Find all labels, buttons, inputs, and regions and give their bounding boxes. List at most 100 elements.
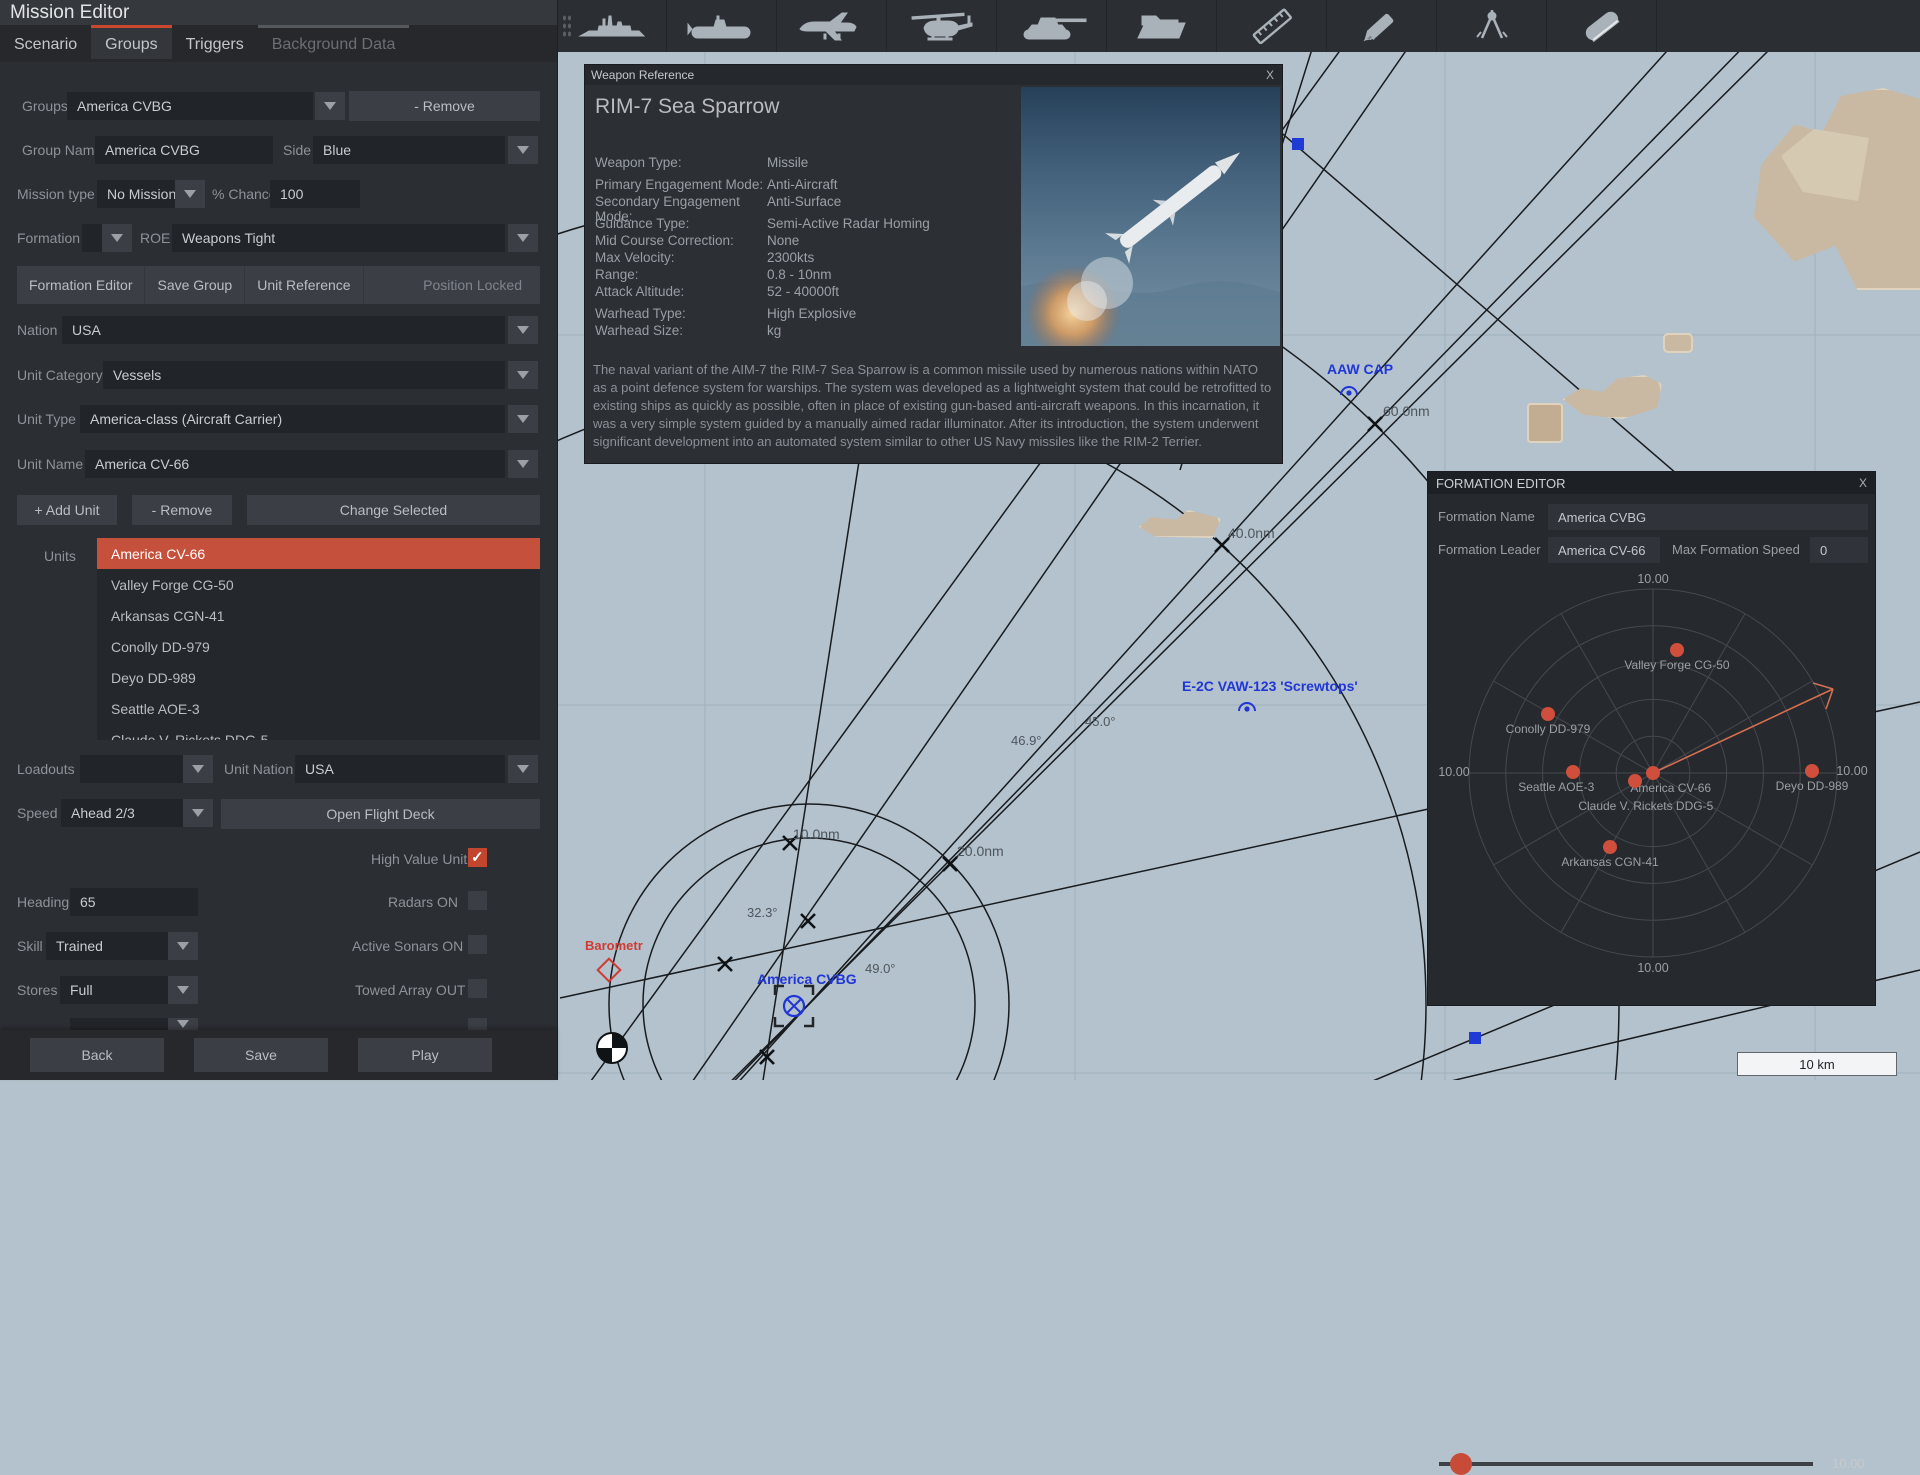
- mission-type-select[interactable]: No Mission: [97, 180, 175, 208]
- surface-ship-icon[interactable]: [557, 0, 667, 52]
- tank-icon[interactable]: [997, 0, 1107, 52]
- tab-background-data[interactable]: Background Data: [257, 25, 410, 59]
- save-group-button[interactable]: Save Group: [145, 266, 246, 304]
- chevron-down-icon[interactable]: [183, 755, 213, 783]
- barometr-symbol[interactable]: [596, 957, 622, 983]
- chance-input[interactable]: 100: [270, 180, 360, 208]
- chevron-down-icon[interactable]: [102, 224, 132, 252]
- unit-label-e2c[interactable]: E-2C VAW-123 'Screwtops': [1182, 678, 1358, 694]
- heading-label: Heading: [17, 894, 70, 910]
- submarine-icon[interactable]: [667, 0, 777, 52]
- unit-category-select[interactable]: Vessels: [103, 361, 505, 389]
- angle-label: 49.0°: [865, 961, 896, 976]
- ruler-icon[interactable]: [1217, 0, 1327, 52]
- open-flight-deck-button[interactable]: Open Flight Deck: [221, 799, 540, 829]
- groups-select[interactable]: America CVBG: [67, 92, 313, 120]
- ship-dot[interactable]: [1566, 765, 1580, 779]
- formation-polar-plot[interactable]: [1428, 472, 1875, 1005]
- helicopter-icon[interactable]: [887, 0, 997, 52]
- ship-dot[interactable]: [1628, 774, 1642, 788]
- mission-type-label: Mission type: [17, 186, 95, 202]
- chevron-down-icon[interactable]: [508, 224, 538, 252]
- position-locked-label[interactable]: Position Locked: [423, 277, 540, 293]
- toolbar-grip[interactable]: [562, 14, 572, 38]
- tab-triggers[interactable]: Triggers: [172, 25, 258, 59]
- add-unit-button[interactable]: + Add Unit: [17, 495, 117, 525]
- chevron-down-icon[interactable]: [168, 932, 198, 960]
- save-button[interactable]: Save: [194, 1038, 328, 1072]
- close-icon[interactable]: X: [1258, 68, 1282, 82]
- chevron-down-icon[interactable]: [508, 405, 538, 433]
- ship-dot[interactable]: [1805, 764, 1819, 778]
- unit-nation-select[interactable]: USA: [295, 755, 505, 783]
- ship-dot[interactable]: [1670, 643, 1684, 657]
- folder-icon[interactable]: [1107, 0, 1217, 52]
- high-value-unit-checkbox[interactable]: [468, 848, 487, 867]
- remove-unit-button[interactable]: - Remove: [132, 495, 232, 525]
- eraser-icon[interactable]: [1547, 0, 1657, 52]
- chevron-down-icon[interactable]: [508, 361, 538, 389]
- towed-array-out-checkbox[interactable]: [468, 979, 487, 998]
- loadouts-select[interactable]: [80, 755, 183, 783]
- side-select[interactable]: Blue: [313, 136, 505, 164]
- formation-scale-slider-track[interactable]: [1439, 1462, 1813, 1466]
- unit-list-item[interactable]: Claude V. Rickets DDG-5: [97, 724, 540, 741]
- clipped-checkbox: [468, 1018, 487, 1030]
- chevron-down-icon[interactable]: [315, 92, 345, 120]
- unit-list-item[interactable]: Arkansas CGN-41: [97, 600, 540, 631]
- mission-point-square[interactable]: [1292, 138, 1304, 150]
- remove-group-button[interactable]: - Remove: [349, 91, 540, 121]
- unit-list-item[interactable]: Deyo DD-989: [97, 662, 540, 693]
- unit-label-barometr[interactable]: Barometr: [585, 938, 643, 953]
- skill-select[interactable]: Trained: [46, 932, 168, 960]
- clipped-field: [70, 1018, 168, 1030]
- svg-text:x: x: [1370, 32, 1375, 42]
- chevron-down-icon[interactable]: [508, 755, 538, 783]
- chevron-down-icon[interactable]: [508, 316, 538, 344]
- ship-dot[interactable]: [1603, 840, 1617, 854]
- tab-scenario[interactable]: Scenario: [0, 25, 91, 59]
- pencil-icon[interactable]: x: [1327, 0, 1437, 52]
- unit-palette-toolbar: x: [557, 0, 1920, 52]
- compass-icon[interactable]: [1437, 0, 1547, 52]
- nation-select[interactable]: USA: [62, 316, 505, 344]
- unit-list-item[interactable]: Seattle AOE-3: [97, 693, 540, 724]
- unit-label-aaw-cap[interactable]: AAW CAP: [1327, 361, 1393, 377]
- tab-groups[interactable]: Groups: [91, 25, 172, 59]
- ship-dot[interactable]: [1541, 707, 1555, 721]
- spec-row: Warhead Type: High Explosive: [595, 306, 857, 321]
- axis-label-bottom: 10.00: [1637, 961, 1669, 975]
- play-button[interactable]: Play: [358, 1038, 492, 1072]
- change-selected-button[interactable]: Change Selected: [247, 495, 540, 525]
- heading-input[interactable]: 65: [70, 888, 198, 916]
- unit-name-select[interactable]: America CV-66: [85, 450, 505, 478]
- active-sonars-on-checkbox[interactable]: [468, 935, 487, 954]
- chevron-down-icon[interactable]: [508, 450, 538, 478]
- group-name-input[interactable]: America CVBG: [95, 136, 273, 164]
- unit-type-select[interactable]: America-class (Aircraft Carrier): [80, 405, 505, 433]
- unit-reference-button[interactable]: Unit Reference: [245, 266, 364, 304]
- spec-row: Warhead Size: kg: [595, 323, 782, 338]
- unit-list-item[interactable]: America CV-66: [97, 538, 540, 569]
- back-button[interactable]: Back: [30, 1038, 164, 1072]
- unit-list-item[interactable]: Valley Forge CG-50: [97, 569, 540, 600]
- formation-select[interactable]: [82, 224, 102, 252]
- unit-label-america-cvbg[interactable]: America CVBG: [757, 971, 857, 987]
- roe-select[interactable]: Weapons Tight: [172, 224, 505, 252]
- unit-list-item[interactable]: Conolly DD-979: [97, 631, 540, 662]
- mission-point-square[interactable]: [1469, 1032, 1481, 1044]
- weapon-reference-window: Weapon Reference X RIM-7 Sea Sparrow Wea…: [584, 64, 1283, 464]
- radars-on-checkbox[interactable]: [468, 891, 487, 910]
- chevron-down-icon[interactable]: [175, 180, 205, 208]
- chevron-down-icon[interactable]: [508, 136, 538, 164]
- chevron-down-icon[interactable]: [183, 799, 213, 827]
- formation-editor-button[interactable]: Formation Editor: [17, 266, 146, 304]
- chevron-down-icon[interactable]: [168, 976, 198, 1004]
- speed-select[interactable]: Ahead 2/3: [61, 799, 183, 827]
- ship-dot[interactable]: [1646, 766, 1660, 780]
- formation-scale-slider-knob[interactable]: [1450, 1453, 1472, 1475]
- weapon-reference-titlebar[interactable]: Weapon Reference X: [585, 65, 1282, 85]
- stores-select[interactable]: Full: [60, 976, 168, 1004]
- aircraft-icon[interactable]: [777, 0, 887, 52]
- waypoint-x-marks: [717, 416, 1383, 1065]
